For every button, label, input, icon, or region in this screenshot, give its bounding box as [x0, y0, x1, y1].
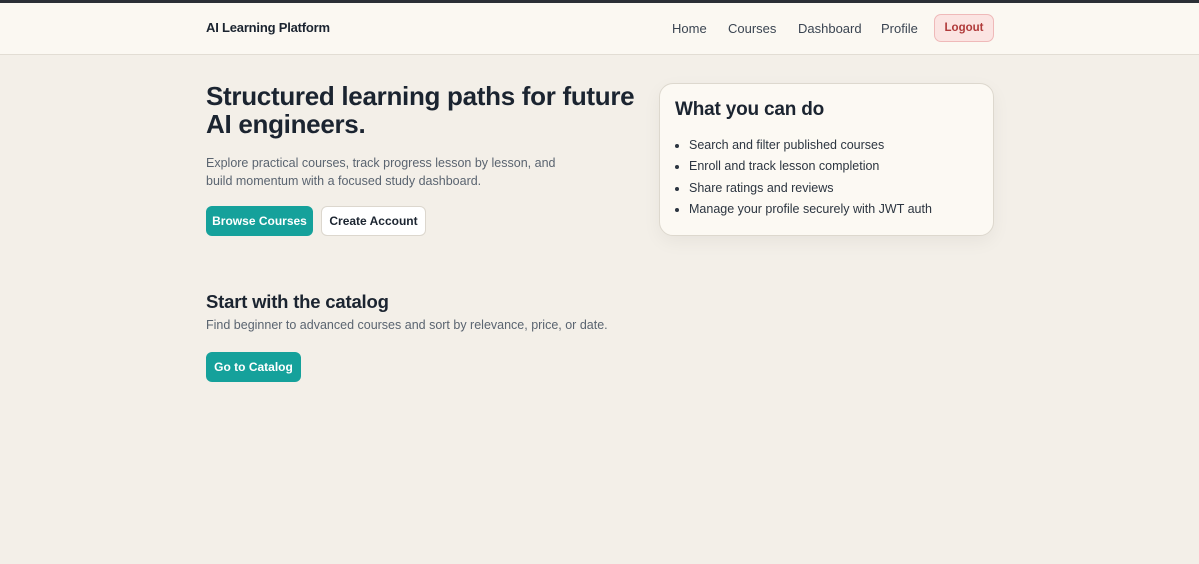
hero-description: Explore practical courses, track progres…: [206, 156, 556, 188]
feature-item: Manage your profile securely with JWT au…: [689, 199, 932, 220]
create-account-button[interactable]: Create Account: [321, 206, 426, 236]
feature-item: Enroll and track lesson completion: [689, 156, 932, 177]
catalog-subtitle: Find beginner to advanced courses and so…: [206, 318, 608, 332]
feature-item: Share ratings and reviews: [689, 178, 932, 199]
hero-title: Structured learning paths for future AI …: [206, 81, 635, 139]
features-list: Search and filter published courses Enro…: [689, 135, 932, 221]
catalog-title: Start with the catalog: [206, 291, 389, 312]
brand-title[interactable]: AI Learning Platform: [206, 20, 330, 35]
nav-link-profile[interactable]: Profile: [881, 21, 918, 36]
go-to-catalog-button[interactable]: Go to Catalog: [206, 352, 301, 382]
nav-link-home[interactable]: Home: [672, 21, 707, 36]
logout-button[interactable]: Logout: [934, 14, 994, 42]
browse-courses-button[interactable]: Browse Courses: [206, 206, 313, 236]
top-nav-bar: AI Learning Platform Home Courses Dashbo…: [0, 3, 1199, 55]
features-title: What you can do: [675, 99, 825, 120]
nav-link-dashboard[interactable]: Dashboard: [798, 21, 862, 36]
features-card: What you can do Search and filter publis…: [659, 83, 994, 236]
feature-item: Search and filter published courses: [689, 135, 932, 156]
nav-link-courses[interactable]: Courses: [728, 21, 776, 36]
